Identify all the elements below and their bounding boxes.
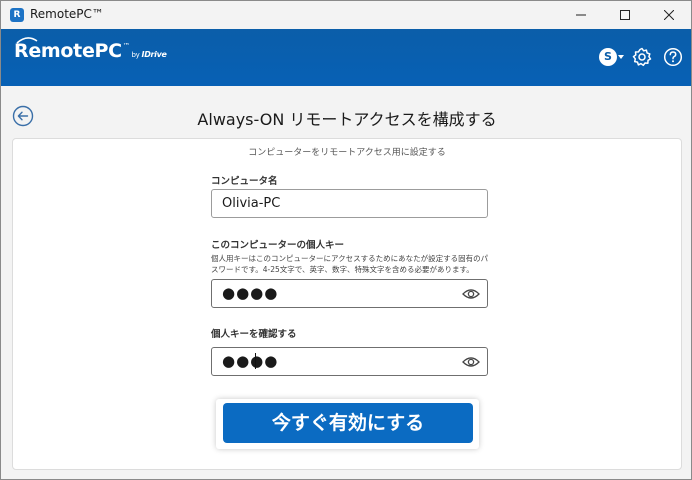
app-window: R RemotePC™ RemotePC ™ by IDrive S Alway… bbox=[0, 0, 692, 480]
title-bar: R RemotePC™ bbox=[1, 1, 691, 29]
activate-button-focus-ring: 今すぐ有効にする bbox=[216, 399, 479, 449]
setup-card: コンピューターをリモートアクセス用に設定する コンピュータ名 Olivia-PC… bbox=[12, 138, 682, 470]
eye-icon[interactable] bbox=[462, 287, 480, 301]
logo-by: by bbox=[131, 51, 140, 59]
maximize-icon bbox=[620, 10, 630, 20]
personal-key-help: 個人用キーはこのコンピューターにアクセスするためにあなたが設定する固有のパスワー… bbox=[211, 254, 489, 274]
confirm-key-label: 個人キーを確認する bbox=[211, 329, 297, 340]
minimize-button[interactable] bbox=[559, 1, 603, 29]
remotepc-logo: RemotePC ™ by IDrive bbox=[14, 37, 167, 62]
personal-key-input[interactable]: ●●●● bbox=[211, 279, 488, 308]
confirm-key-input[interactable]: ●●●● bbox=[211, 347, 488, 376]
card-subtitle: コンピューターをリモートアクセス用に設定する bbox=[248, 148, 446, 158]
chevron-down-icon[interactable] bbox=[618, 55, 624, 59]
logo-trademark: ™ bbox=[122, 42, 130, 50]
text-caret bbox=[255, 353, 256, 369]
app-icon: R bbox=[10, 8, 24, 22]
computer-name-input[interactable]: Olivia-PC bbox=[211, 189, 488, 218]
minimize-icon bbox=[576, 14, 586, 16]
help-icon[interactable] bbox=[663, 47, 683, 67]
activate-now-button[interactable]: 今すぐ有効にする bbox=[223, 403, 473, 443]
eye-icon[interactable] bbox=[462, 355, 480, 369]
gear-icon[interactable] bbox=[632, 47, 652, 67]
logo-idrive: IDrive bbox=[141, 50, 167, 59]
window-title: RemotePC™ bbox=[30, 7, 104, 21]
logo-swoosh-icon bbox=[16, 37, 38, 44]
page-title: Always-ON リモートアクセスを構成する bbox=[197, 110, 497, 129]
user-avatar[interactable]: S bbox=[599, 48, 617, 66]
app-header: RemotePC ™ by IDrive S bbox=[1, 29, 691, 86]
maximize-button[interactable] bbox=[603, 1, 647, 29]
close-button[interactable] bbox=[647, 1, 691, 29]
personal-key-label: このコンピューターの個人キー bbox=[211, 240, 345, 251]
close-icon bbox=[664, 10, 674, 20]
computer-name-label: コンピュータ名 bbox=[211, 176, 278, 187]
